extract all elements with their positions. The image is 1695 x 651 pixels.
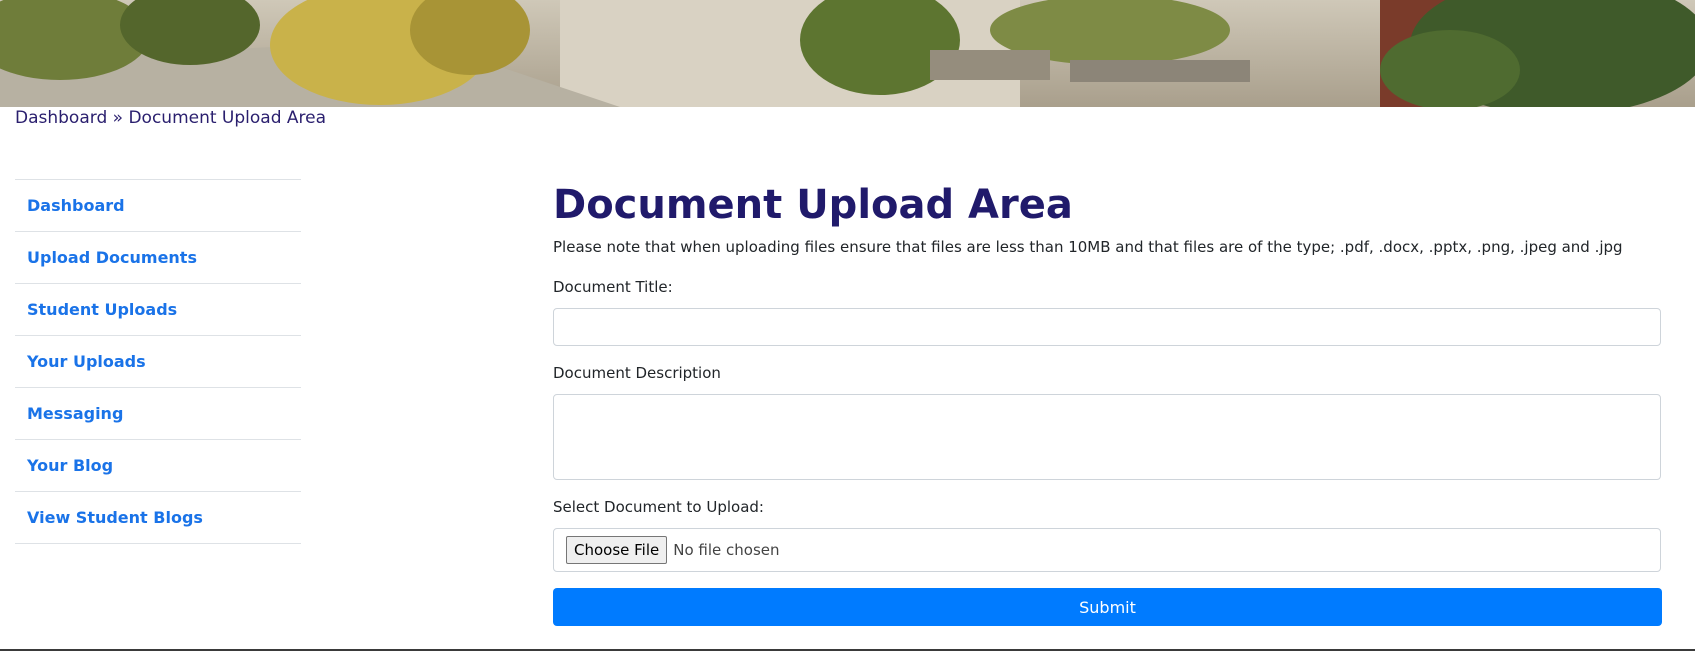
sidebar-link-upload-documents[interactable]: Upload Documents: [15, 248, 197, 267]
breadcrumb-separator: »: [107, 108, 129, 128]
sidebar-link-dashboard[interactable]: Dashboard: [15, 196, 125, 215]
sidebar-link-your-blog[interactable]: Your Blog: [15, 456, 113, 475]
campus-banner-image: [0, 0, 1695, 107]
sidebar-item-your-uploads: Your Uploads: [15, 336, 301, 388]
sidebar-nav: Dashboard Upload Documents Student Uploa…: [15, 179, 301, 544]
breadcrumb-dashboard-link[interactable]: Dashboard: [15, 108, 107, 128]
page-title: Document Upload Area: [553, 182, 1073, 228]
sidebar-item-messaging: Messaging: [15, 388, 301, 440]
breadcrumb-current: Document Upload Area: [128, 108, 327, 128]
sidebar-item-view-student-blogs: View Student Blogs: [15, 492, 301, 544]
sidebar-link-view-student-blogs[interactable]: View Student Blogs: [15, 508, 203, 527]
choose-file-button[interactable]: Choose File: [566, 536, 668, 564]
submit-button[interactable]: Submit: [553, 588, 1662, 626]
sidebar-link-your-uploads[interactable]: Your Uploads: [15, 352, 146, 371]
document-description-label: Document Description: [553, 364, 721, 382]
document-title-label: Document Title:: [553, 278, 673, 296]
sidebar-item-upload-documents: Upload Documents: [15, 232, 301, 284]
upload-form-area: Document Upload Area Please note that wh…: [553, 180, 1663, 626]
breadcrumb: Dashboard » Document Upload Area: [15, 108, 326, 128]
upload-note: Please note that when uploading files en…: [553, 238, 1623, 256]
sidebar-link-messaging[interactable]: Messaging: [15, 404, 123, 423]
file-upload-field: Choose File No file chosen: [553, 528, 1661, 572]
sidebar-item-dashboard: Dashboard: [15, 180, 301, 232]
file-select-label: Select Document to Upload:: [553, 498, 764, 516]
document-title-input[interactable]: [554, 309, 1660, 345]
sidebar-item-student-uploads: Student Uploads: [15, 284, 301, 336]
sidebar-item-your-blog: Your Blog: [15, 440, 301, 492]
document-title-field: [553, 308, 1661, 346]
document-description-field: [553, 394, 1661, 480]
file-status-text: No file chosen: [673, 541, 780, 559]
document-description-textarea[interactable]: [554, 395, 1660, 479]
sidebar-link-student-uploads[interactable]: Student Uploads: [15, 300, 177, 319]
